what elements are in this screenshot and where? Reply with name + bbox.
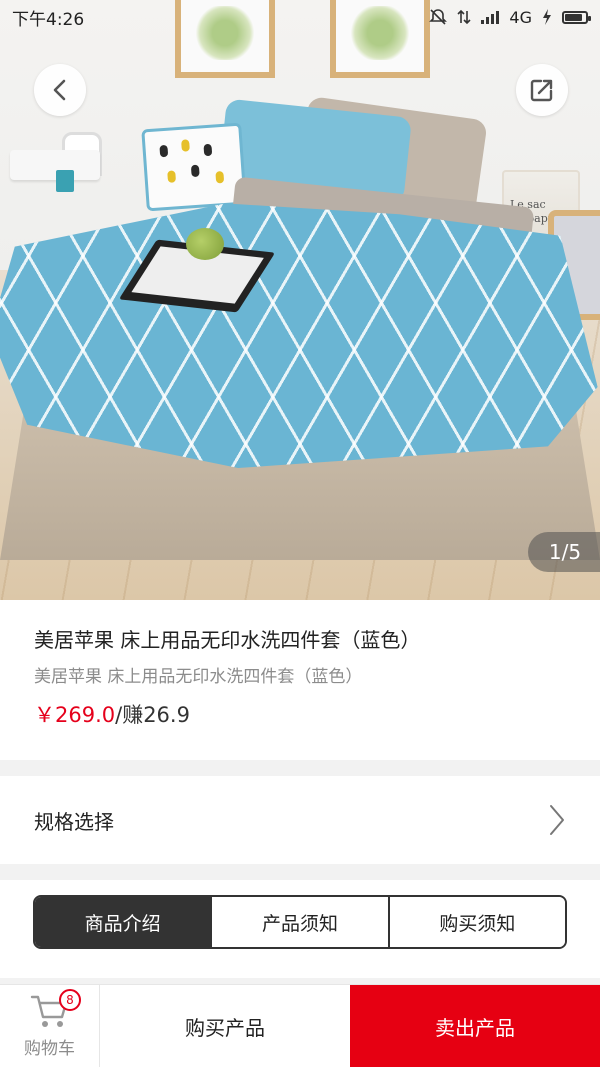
earn-amount: /赚26.9 <box>115 703 190 727</box>
detail-tabs: 商品介绍 产品须知 购买须知 <box>33 895 567 949</box>
pillow-cactus <box>141 122 247 212</box>
status-icons: 4G <box>429 7 591 27</box>
tab-purchase-notice[interactable]: 购买须知 <box>389 897 565 947</box>
buy-product-button[interactable]: 购买产品 <box>100 985 350 1067</box>
product-title: 美居苹果 床上用品无印水洗四件套（蓝色） <box>34 628 421 652</box>
bottom-action-bar: 8 购物车 购买产品 卖出产品 <box>0 984 600 1067</box>
product-detail-screen: Le sac en papier 1/5 下午4:26 4G 美居苹果 床上用品… <box>0 0 600 1067</box>
product-subtitle: 美居苹果 床上用品无印水洗四件套（蓝色） <box>34 667 363 687</box>
data-transfer-icon <box>457 9 471 25</box>
plant-decoration <box>186 228 224 260</box>
product-price: ￥269.0 <box>34 703 116 727</box>
detail-tabs-section: 商品介绍 产品须知 购买须知 <box>0 880 600 978</box>
tab-product-intro[interactable]: 商品介绍 <box>35 897 213 947</box>
price-row: ￥269.0/赚26.9 <box>34 701 566 729</box>
sell-product-button[interactable]: 卖出产品 <box>350 985 600 1067</box>
image-page-counter: 1/5 <box>528 532 600 572</box>
share-button[interactable] <box>516 64 568 116</box>
product-info: 美居苹果 床上用品无印水洗四件套（蓝色） 美居苹果 床上用品无印水洗四件套（蓝色… <box>0 600 600 760</box>
signal-icon <box>481 10 500 24</box>
share-icon <box>530 79 553 102</box>
cart-count-badge: 8 <box>59 989 81 1011</box>
status-time: 下午4:26 <box>12 9 85 30</box>
network-type: 4G <box>509 7 532 27</box>
battery-icon <box>562 10 591 24</box>
chevron-right-icon <box>550 805 564 835</box>
back-button[interactable] <box>34 64 86 116</box>
spec-selection-row[interactable]: 规格选择 <box>0 776 600 864</box>
dnd-icon <box>429 9 448 25</box>
product-image-carousel[interactable]: Le sac en papier 1/5 <box>0 0 600 600</box>
tab-product-notice[interactable]: 产品须知 <box>212 897 390 947</box>
spec-selection-label: 规格选择 <box>34 809 114 834</box>
side-table-decoration <box>10 150 100 180</box>
cup-decoration <box>56 170 74 192</box>
cart-button[interactable]: 8 购物车 <box>0 985 100 1067</box>
duvet-blue-pattern <box>0 203 598 468</box>
chevron-left-icon <box>53 79 66 101</box>
cart-label: 购物车 <box>24 1039 75 1059</box>
charging-icon <box>543 9 551 25</box>
status-bar: 下午4:26 4G <box>0 0 600 34</box>
